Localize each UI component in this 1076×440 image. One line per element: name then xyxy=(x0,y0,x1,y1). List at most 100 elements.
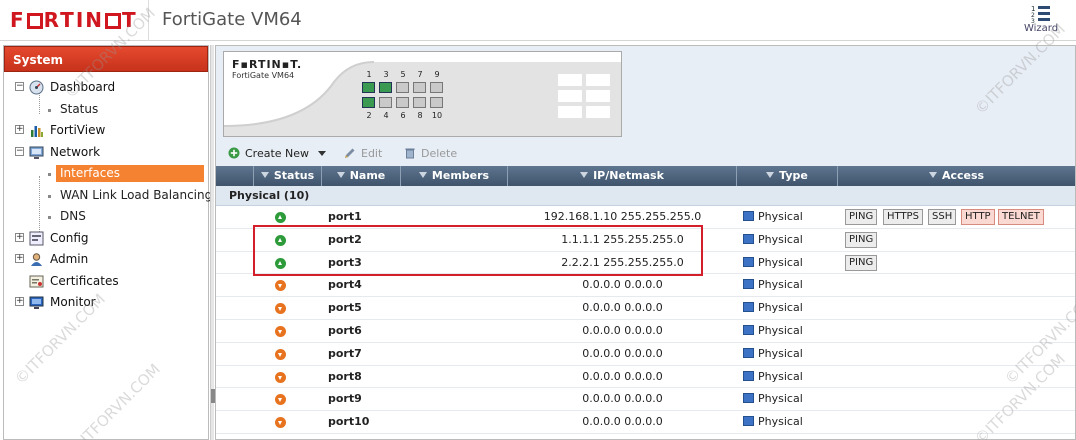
dropdown-arrow-icon[interactable] xyxy=(317,151,326,156)
device-faceplate: F▪RTIN▪T. FortiGate VM64 1 3 5 7 9 2 4 6 8 10 xyxy=(223,51,622,137)
collapse-icon[interactable]: − xyxy=(15,146,24,156)
sidebar-item-fortiview[interactable]: + FortiView xyxy=(4,120,208,142)
interface-type-label: Physical xyxy=(758,369,803,383)
sidebar-item-certificates[interactable]: Certificates xyxy=(4,271,208,293)
port-8-icon[interactable] xyxy=(413,97,426,108)
port-9-icon[interactable] xyxy=(430,82,443,93)
fortinet-logo: F RTIN T xyxy=(10,8,138,32)
filter-icon[interactable] xyxy=(766,172,775,178)
sidebar-item-label: WAN Link Load Balancing xyxy=(60,187,213,202)
status-down-icon xyxy=(275,371,286,383)
group-header-physical[interactable]: Physical (10) xyxy=(216,186,1075,206)
interfaces-table: Status Name Members IP/Netmask Type Acce… xyxy=(216,166,1075,439)
ip-netmask-value: 0.0.0.0 0.0.0.0 xyxy=(582,278,663,292)
interface-name[interactable]: port6 xyxy=(328,320,362,343)
access-badge-telnet: TELNET xyxy=(998,209,1044,225)
interface-name[interactable]: port4 xyxy=(328,274,362,297)
ip-netmask-value: 0.0.0.0 0.0.0.0 xyxy=(582,301,663,315)
config-icon xyxy=(29,231,44,245)
interface-name[interactable]: port5 xyxy=(328,297,362,320)
table-row[interactable]: port5 0.0.0.0 0.0.0.0 Physical xyxy=(216,297,1075,320)
expand-icon[interactable]: + xyxy=(15,254,24,263)
edit-button[interactable]: Edit xyxy=(344,146,382,162)
ip-netmask-value: 0.0.0.0 0.0.0.0 xyxy=(582,324,663,337)
interface-type: Physical xyxy=(743,252,803,275)
port-2-icon[interactable] xyxy=(362,97,375,108)
port-number-label: 8 xyxy=(417,111,423,120)
interface-type: Physical xyxy=(743,388,803,411)
port-1-icon[interactable] xyxy=(362,82,375,93)
table-row[interactable]: port7 0.0.0.0 0.0.0.0 Physical xyxy=(216,343,1075,366)
sidebar-item-status[interactable]: Status xyxy=(4,99,208,121)
bar-chart-icon xyxy=(31,126,43,137)
column-header-ip-netmask[interactable]: IP/Netmask xyxy=(508,166,737,186)
interface-type-label: Physical xyxy=(758,232,803,246)
filter-icon[interactable] xyxy=(336,172,345,178)
port-5-icon[interactable] xyxy=(396,82,409,93)
table-row[interactable]: port10 0.0.0.0 0.0.0.0 Physical xyxy=(216,411,1075,434)
column-label: Status xyxy=(273,169,315,182)
physical-interface-icon xyxy=(743,256,754,267)
expand-icon[interactable]: + xyxy=(15,232,24,242)
wizard-button[interactable]: 1 2 3 Wizard xyxy=(1022,3,1060,37)
sidebar-item-admin[interactable]: + Admin xyxy=(4,249,208,271)
sidebar-item-dns[interactable]: DNS xyxy=(4,206,208,228)
column-header-select[interactable] xyxy=(216,166,254,186)
expand-icon[interactable]: + xyxy=(15,297,24,306)
expand-icon[interactable]: + xyxy=(15,125,24,134)
access-badge-ping: PING xyxy=(845,209,878,225)
column-header-name[interactable]: Name xyxy=(322,166,401,186)
status-down-icon xyxy=(275,348,286,360)
filter-icon[interactable] xyxy=(418,172,427,178)
ip-netmask-value: 0.0.0.0 0.0.0.0 xyxy=(582,415,663,429)
tree-dot xyxy=(48,108,51,112)
interface-name[interactable]: port7 xyxy=(328,343,362,366)
sidebar-item-interfaces[interactable]: Interfaces xyxy=(4,163,208,185)
sidebar-item-network[interactable]: − Network xyxy=(4,142,208,164)
interface-name[interactable]: port10 xyxy=(328,411,369,434)
interface-type: Physical xyxy=(743,206,803,229)
interface-name[interactable]: port9 xyxy=(328,388,362,411)
table-row[interactable]: port6 0.0.0.0 0.0.0.0 Physical xyxy=(216,320,1075,343)
interface-type-label: Physical xyxy=(758,346,803,360)
filter-icon[interactable] xyxy=(928,172,937,178)
access-badge-https: HTTPS xyxy=(883,209,923,225)
table-row[interactable]: port8 0.0.0.0 0.0.0.0 Physical xyxy=(216,366,1075,389)
port-10-icon[interactable] xyxy=(430,97,443,108)
column-header-status[interactable]: Status xyxy=(254,166,322,186)
column-header-type[interactable]: Type xyxy=(737,166,838,186)
column-header-access[interactable]: Access xyxy=(838,166,1075,186)
sidebar-item-dashboard[interactable]: − Dashboard xyxy=(4,77,208,99)
dashboard-icon xyxy=(29,80,44,95)
physical-interface-icon xyxy=(743,370,754,381)
app-title: FortiGate VM64 xyxy=(162,9,302,30)
port-3-icon[interactable] xyxy=(379,82,392,93)
table-row[interactable]: port4 0.0.0.0 0.0.0.0 Physical xyxy=(216,274,1075,298)
create-new-button[interactable]: Create New xyxy=(228,146,326,162)
interface-type-label: Physical xyxy=(758,415,803,429)
sidebar-splitter[interactable] xyxy=(210,45,215,440)
port-6-icon[interactable] xyxy=(396,97,409,108)
sidebar-item-monitor[interactable]: + Monitor xyxy=(4,292,208,314)
device-model: FortiGate VM64 xyxy=(232,71,295,80)
sidebar-item-wan-link-load-balancing[interactable]: WAN Link Load Balancing xyxy=(4,185,212,207)
tree-dot xyxy=(48,173,51,176)
port-7-icon[interactable] xyxy=(413,82,426,93)
status-down-icon xyxy=(275,326,286,337)
sidebar-item-label: Config xyxy=(50,230,89,245)
column-label: Name xyxy=(349,169,386,182)
delete-button[interactable]: Delete xyxy=(404,146,457,162)
filter-icon[interactable] xyxy=(580,172,589,178)
interface-type: Physical xyxy=(743,274,803,297)
interface-name[interactable]: port8 xyxy=(328,366,362,389)
filter-icon[interactable] xyxy=(260,172,269,178)
status-down-icon xyxy=(275,303,286,315)
sidebar-item-label: DNS xyxy=(60,209,86,223)
sidebar-item-label: Monitor xyxy=(50,295,96,309)
sidebar-item-config[interactable]: + Config xyxy=(4,228,208,250)
sidebar-item-label: FortiView xyxy=(50,123,106,137)
collapse-icon[interactable]: − xyxy=(15,82,24,91)
table-row[interactable]: port9 0.0.0.0 0.0.0.0 Physical xyxy=(216,388,1075,412)
column-header-members[interactable]: Members xyxy=(401,166,508,186)
port-4-icon[interactable] xyxy=(379,97,392,108)
